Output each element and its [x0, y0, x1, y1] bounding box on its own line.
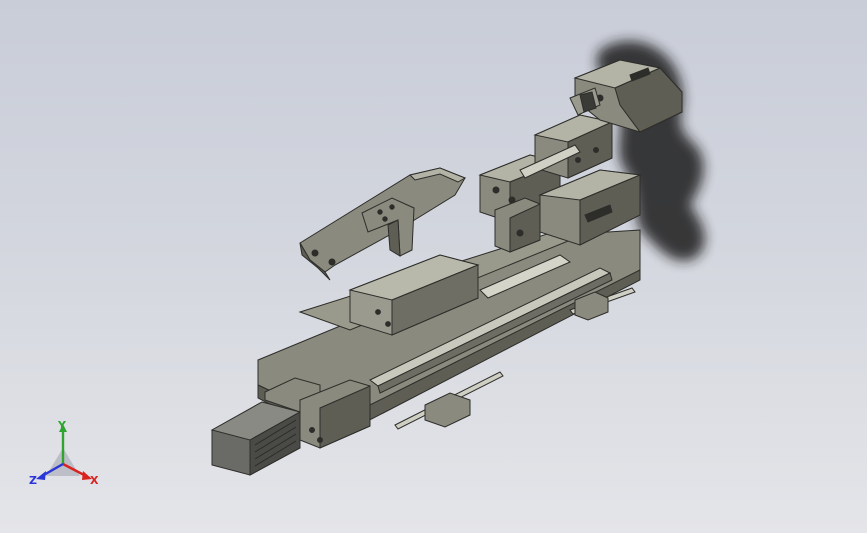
z-axis-arrow: [36, 471, 46, 480]
z-axis-label: Z: [29, 474, 37, 487]
cad-viewport[interactable]: Y X Z: [0, 0, 867, 533]
x-axis-label: X: [90, 474, 99, 487]
assembly-model[interactable]: [0, 0, 867, 533]
y-axis-label: Y: [58, 419, 66, 432]
upper-slide-block[interactable]: [519, 114, 614, 179]
